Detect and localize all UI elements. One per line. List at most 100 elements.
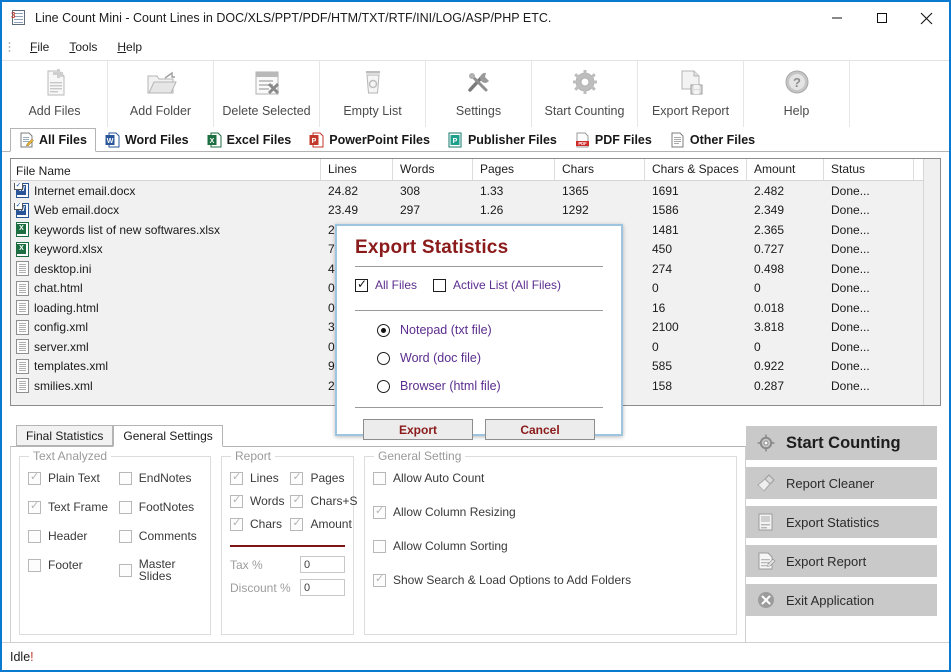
checkbox-icon[interactable] [290,493,304,508]
checkbox-icon[interactable] [118,500,132,514]
check-report-amount[interactable]: Amount [290,516,358,531]
checkbox-icon[interactable] [290,516,304,531]
checkbox-icon[interactable] [355,277,368,292]
toolbar-add-files[interactable]: Add Files [2,61,108,127]
table-row[interactable]: W✓ Internet email.docx 24.82 308 1.33 1365 169… [11,181,940,201]
menu-help[interactable]: Help [107,38,152,56]
minimize-button[interactable] [814,2,859,34]
maximize-button[interactable] [859,2,904,34]
checkbox-icon[interactable] [118,563,132,577]
dialog-checkbox-active-list-label: Active List (All Files) [453,278,562,292]
dialog-checkbox-active-list[interactable]: Active List (All Files) [433,278,561,292]
cell-chars-spaces: 1586 [652,203,679,218]
checkbox-icon[interactable] [373,471,386,485]
checkbox-icon[interactable] [28,558,41,572]
check-plain-text[interactable]: Plain Text [28,470,119,485]
check-report-lines[interactable]: Lines [230,470,284,485]
col-file-name[interactable]: File Name [11,159,321,180]
check-report-chars-spaces[interactable]: Chars+S [290,493,358,508]
checkbox-icon[interactable] [118,529,132,543]
dialog-export-button[interactable]: Export [363,419,473,440]
toolbar-empty-list[interactable]: Empty List [320,61,426,127]
radio-icon[interactable] [377,351,390,365]
checkbox-icon[interactable] [433,278,447,292]
checkbox-icon[interactable] [230,516,243,531]
toolbar-add-folder[interactable]: Add Folder [108,61,214,127]
toolbar-help[interactable]: ? Help [744,61,850,127]
action-export-statistics[interactable]: Export Statistics [746,506,937,538]
toolbar-start-counting[interactable]: Start Counting [532,61,638,127]
checkbox-icon[interactable] [230,470,243,485]
radio-notepad[interactable]: Notepad (txt file) [377,323,621,337]
check-endnotes[interactable]: EndNotes [118,471,202,485]
radio-icon[interactable] [377,323,390,337]
table-row[interactable]: W✓ Web email.docx 23.49 297 1.26 1292 1586 2.34… [11,201,940,221]
check-report-chars[interactable]: Chars [230,516,284,531]
action-exit-application[interactable]: Exit Application [746,584,937,616]
col-lines[interactable]: Lines [321,159,393,180]
row-checkbox-icon[interactable]: ✓ [14,183,23,191]
col-status[interactable]: Status [824,159,914,180]
check-header[interactable]: Header [28,529,119,543]
radio-word[interactable]: Word (doc file) [377,351,621,365]
tab-final-statistics[interactable]: Final Statistics [16,425,114,446]
tab-publisher-files[interactable]: P Publisher Files [439,127,566,151]
check-report-words[interactable]: Words [230,493,284,508]
toolbar-settings[interactable]: Settings [426,61,532,127]
cell-file-name-text: loading.html [34,300,99,315]
toolbar-delete-selected[interactable]: Delete Selected [214,61,320,127]
check-show-search-load-options[interactable]: Show Search & Load Options to Add Folder… [373,572,728,587]
checkbox-icon[interactable] [230,493,243,508]
col-amount[interactable]: Amount [747,159,824,180]
col-words[interactable]: Words [393,159,473,180]
app-icon: 3 [11,10,27,26]
check-footnotes[interactable]: FootNotes [118,500,202,514]
check-comments[interactable]: Comments [118,529,202,543]
file-list-scrollbar[interactable] [923,159,940,405]
menu-tools[interactable]: Tools [59,38,107,56]
col-pages[interactable]: Pages [473,159,555,180]
tab-powerpoint-files[interactable]: P PowerPoint Files [300,127,439,151]
check-allow-auto-count[interactable]: Allow Auto Count [373,471,728,485]
file-type-tabs: All Files W Word Files X Excel Files P P… [2,127,949,152]
checkbox-icon[interactable] [118,471,132,485]
tax-input[interactable]: 0 [300,556,345,573]
checkbox-icon[interactable] [28,470,41,485]
export-statistics-dialog[interactable]: Export Statistics All Files Active List … [335,224,623,440]
tab-excel-files[interactable]: X Excel Files [198,127,301,151]
row-checkbox-icon[interactable]: ✓ [14,202,23,210]
check-report-pages[interactable]: Pages [290,470,358,485]
checkbox-icon[interactable] [28,499,41,514]
tab-pdf-files[interactable]: PDF PDF Files [566,127,661,151]
export-statistics-icon [755,511,777,533]
toolbar-export-report[interactable]: Export Report [638,61,744,127]
menu-file[interactable]: File [20,38,59,56]
dialog-cancel-button[interactable]: Cancel [485,419,595,440]
checkbox-icon[interactable] [373,572,386,587]
checkbox-icon[interactable] [290,470,304,485]
tab-all-files[interactable]: All Files [10,128,96,152]
checkbox-icon[interactable] [373,504,386,519]
radio-icon[interactable] [377,379,390,393]
tab-other-files[interactable]: Other Files [661,127,764,151]
check-master-slides[interactable]: Master Slides [118,558,202,582]
tab-general-settings[interactable]: General Settings [113,425,223,447]
check-footer[interactable]: Footer [28,558,119,572]
action-start-counting[interactable]: Start Counting [746,426,937,460]
check-allow-column-resizing[interactable]: Allow Column Resizing [373,504,728,519]
cell-status: Done... [831,339,870,354]
check-text-frame[interactable]: Text Frame [28,499,119,514]
discount-input[interactable]: 0 [300,579,345,596]
col-chars-spaces[interactable]: Chars & Spaces [645,159,747,180]
app-window: 3 Line Count Mini - Count Lines in DOC/X… [0,0,951,672]
tab-word-files[interactable]: W Word Files [96,127,198,151]
radio-browser[interactable]: Browser (html file) [377,379,621,393]
close-button[interactable] [904,2,949,34]
action-export-report[interactable]: Export Report [746,545,937,577]
checkbox-icon[interactable] [28,529,41,543]
col-chars[interactable]: Chars [555,159,645,180]
check-allow-column-sorting[interactable]: Allow Column Sorting [373,539,728,553]
dialog-checkbox-all-files[interactable]: All Files [355,277,417,292]
action-report-cleaner[interactable]: Report Cleaner [746,467,937,499]
checkbox-icon[interactable] [373,539,386,553]
